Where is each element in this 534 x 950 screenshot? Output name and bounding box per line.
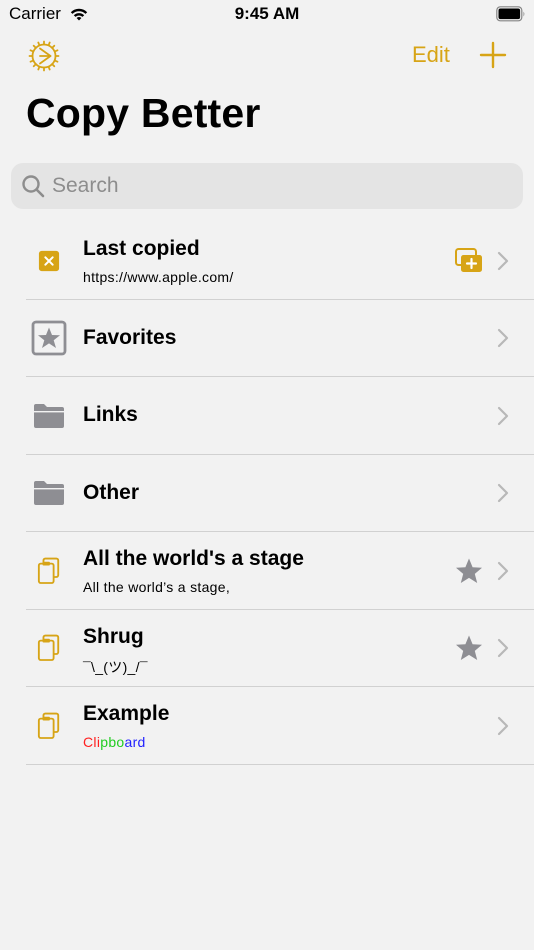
- search-input[interactable]: Search: [11, 163, 523, 209]
- clipboard-icon: [31, 553, 67, 589]
- status-bar: Carrier 9:45 AM: [0, 0, 534, 30]
- row-title: Shrug: [83, 624, 144, 648]
- chevron-right-icon: [497, 406, 509, 425]
- row-title: Links: [83, 403, 138, 426]
- subtitle-segment: ard: [124, 734, 146, 750]
- folder-icon: [31, 398, 67, 434]
- list-item-clip[interactable]: Example Clipboard: [0, 687, 534, 765]
- folder-icon: [31, 475, 67, 511]
- close-box-icon: [31, 243, 67, 279]
- star-icon[interactable]: [454, 633, 484, 663]
- chevron-right-icon: [497, 484, 509, 503]
- chevron-right-icon: [497, 561, 509, 580]
- add-to-collection-icon[interactable]: [454, 246, 484, 276]
- row-title: Favorites: [83, 325, 177, 349]
- star-icon[interactable]: [454, 556, 484, 586]
- list-item-last-copied[interactable]: Last copied https://www.apple.com/: [0, 222, 534, 300]
- divider: [26, 763, 534, 765]
- row-title: Other: [83, 480, 140, 504]
- add-icon[interactable]: [478, 40, 508, 70]
- chevron-right-icon: [497, 329, 509, 348]
- edit-button[interactable]: Edit: [412, 42, 450, 68]
- clipboard-icon: [31, 630, 67, 666]
- chevron-right-icon: [497, 639, 509, 658]
- row-subtitle: https://www.apple.com/: [83, 269, 234, 285]
- battery-icon: [496, 6, 525, 22]
- page-title: Copy Better: [26, 90, 261, 136]
- subtitle-segment: Cli: [83, 734, 101, 750]
- status-time: 9:45 AM: [234, 4, 300, 23]
- app-screen: Carrier 9:45 AM Edit Copy Better Search …: [0, 0, 534, 950]
- search-placeholder: Search: [52, 174, 119, 197]
- list-item-clip[interactable]: All the world's a stage All the world’s …: [0, 532, 534, 610]
- star-box-icon: [31, 320, 67, 356]
- clipboard-list: Last copied https://www.apple.com/ Favor…: [0, 222, 534, 765]
- row-subtitle: Clipboard: [83, 734, 146, 750]
- row-title: All the world's a stage: [83, 547, 304, 570]
- row-subtitle: ¯\_(ツ)_/¯: [83, 658, 148, 675]
- clipboard-icon: [31, 708, 67, 744]
- list-item-other[interactable]: Other: [0, 455, 534, 532]
- chevron-right-icon: [497, 251, 509, 270]
- row-subtitle: All the world’s a stage,: [83, 579, 231, 595]
- row-title: Last copied: [83, 237, 200, 260]
- list-item-links[interactable]: Links: [0, 377, 534, 455]
- settings-icon[interactable]: [26, 38, 62, 74]
- list-item-clip[interactable]: Shrug ¯\_(ツ)_/¯: [0, 610, 534, 687]
- chevron-right-icon: [497, 716, 509, 735]
- subtitle-segment: pbo: [100, 734, 125, 750]
- row-title: Example: [83, 702, 170, 725]
- search-icon: [22, 175, 45, 198]
- list-item-favorites[interactable]: Favorites: [0, 300, 534, 377]
